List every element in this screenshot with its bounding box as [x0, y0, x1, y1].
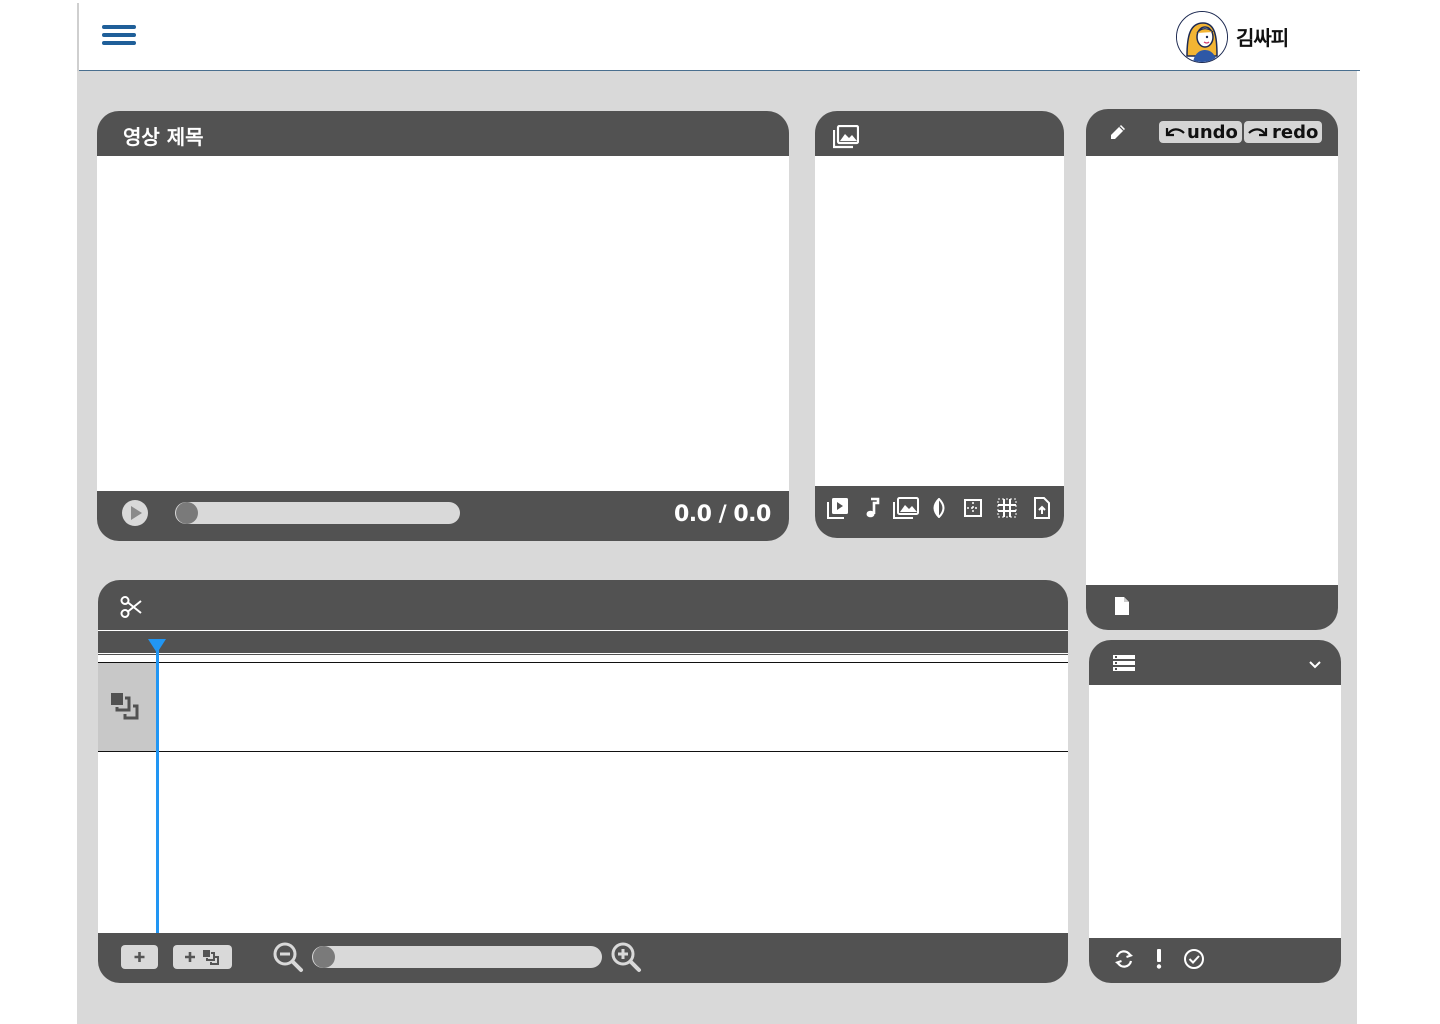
video-library-icon[interactable] [827, 497, 849, 519]
redo-icon [1248, 128, 1268, 137]
undo-button[interactable]: undo [1159, 121, 1242, 143]
chevron-down-icon[interactable] [1308, 656, 1322, 669]
exclamation-icon[interactable] [1155, 948, 1163, 970]
list-icon [1113, 654, 1135, 672]
edit-content [1086, 156, 1338, 585]
plus-icon [134, 952, 145, 962]
playhead-line[interactable] [156, 640, 159, 933]
video-canvas [97, 156, 789, 491]
timeline-panel [98, 580, 1068, 983]
pencil-icon [1108, 122, 1128, 142]
video-title: 영상 제목 [123, 125, 204, 149]
timeline-ruler[interactable] [98, 630, 1068, 654]
contrast-icon[interactable] [929, 497, 949, 519]
zoom-in-icon[interactable] [610, 941, 642, 973]
hamburger-menu-icon[interactable] [102, 25, 136, 49]
track-header[interactable] [98, 663, 156, 751]
redo-label: redo [1272, 121, 1319, 143]
zoom-out-icon[interactable] [272, 941, 304, 973]
top-bar: 김싸피 [79, 3, 1360, 71]
grid-box-icon[interactable] [963, 498, 983, 518]
photo-library-icon [832, 124, 860, 149]
zoom-slider[interactable] [312, 946, 602, 968]
plus-layers-icon [185, 950, 219, 965]
file-upload-icon[interactable] [1033, 497, 1051, 519]
username: 김싸피 [1236, 26, 1289, 50]
image-icon[interactable] [893, 497, 919, 519]
refresh-icon[interactable] [1113, 948, 1135, 970]
grid-lines-icon[interactable] [997, 498, 1017, 518]
timeline-tracks [98, 655, 1068, 933]
time-display: 0.0 / 0.0 [674, 502, 771, 527]
layers-icon [110, 692, 144, 724]
undo-icon [1165, 128, 1185, 137]
media-library-panel [815, 111, 1064, 538]
queue-panel [1089, 640, 1341, 983]
play-icon[interactable] [121, 499, 149, 527]
track-row[interactable] [98, 662, 1068, 752]
check-circle-icon[interactable] [1183, 948, 1205, 970]
redo-button[interactable]: redo [1244, 121, 1323, 143]
add-layer-button[interactable] [173, 945, 232, 969]
scissors-icon [120, 595, 142, 619]
queue-list [1089, 685, 1341, 938]
add-track-button[interactable] [121, 945, 158, 969]
edit-panel: undo redo [1086, 109, 1338, 630]
user-avatar[interactable] [1176, 11, 1228, 63]
video-preview-panel: 영상 제목 0.0 / 0.0 [97, 111, 789, 541]
playhead-marker[interactable] [147, 638, 167, 654]
video-progress-knob[interactable] [176, 502, 198, 524]
zoom-slider-knob[interactable] [313, 946, 335, 968]
video-progress-bar[interactable] [175, 502, 460, 524]
media-list [815, 156, 1064, 486]
undo-label: undo [1187, 121, 1238, 143]
document-icon[interactable] [1114, 596, 1130, 616]
music-note-icon[interactable] [863, 497, 881, 519]
